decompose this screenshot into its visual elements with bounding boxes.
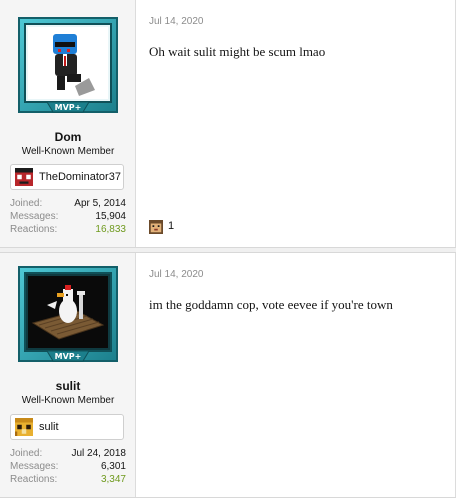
stat-label: Messages: — [10, 461, 59, 472]
post: MVP+ sulit Well-Known Member sulit Joine… — [0, 252, 456, 498]
user-sidebar: MVP+ Dom Well-Known Member TheDominator3… — [0, 0, 136, 247]
stat-value: 6,301 — [100, 461, 126, 472]
stat-value: 15,904 — [95, 211, 126, 222]
minecraft-name: TheDominator37 — [39, 171, 121, 183]
avatar[interactable]: MVP+ — [17, 16, 119, 114]
stat-label: Joined: — [10, 448, 43, 459]
user-sidebar: MVP+ sulit Well-Known Member sulit Joine… — [0, 253, 136, 497]
reaction-count: 1 — [168, 220, 175, 232]
rank-badge: MVP+ — [55, 352, 82, 361]
stat-joined: Joined: Jul 24, 2018 — [10, 448, 126, 461]
post-message: im the goddamn cop, vote eevee if you're… — [149, 297, 393, 312]
stat-value: Jul 24, 2018 — [71, 448, 127, 459]
username[interactable]: sulit — [0, 379, 136, 393]
stat-label: Reactions: — [10, 224, 58, 235]
stat-joined: Joined: Apr 5, 2014 — [10, 198, 126, 211]
minecraft-name: sulit — [39, 421, 59, 433]
stat-label: Reactions: — [10, 474, 58, 485]
user-title: Well-Known Member — [21, 146, 115, 157]
user-stats: Joined: Jul 24, 2018 Messages: 6,301 Rea… — [10, 448, 126, 487]
avatar[interactable]: MVP+ — [17, 265, 119, 363]
stat-value: Apr 5, 2014 — [74, 198, 126, 209]
stat-label: Messages: — [10, 211, 59, 222]
stat-messages: Messages: 6,301 — [10, 461, 126, 474]
minecraft-name-box[interactable]: TheDominator37 — [10, 164, 124, 190]
username[interactable]: Dom — [0, 130, 136, 144]
stat-value: 16,833 — [95, 224, 126, 235]
minecraft-head-icon — [15, 168, 33, 186]
post: MVP+ Dom Well-Known Member TheDominator3… — [0, 0, 456, 248]
stat-reactions: Reactions: 16,833 — [10, 224, 126, 237]
stat-label: Joined: — [10, 198, 43, 209]
minecraft-head-icon — [15, 418, 33, 436]
user-title: Well-Known Member — [21, 395, 115, 406]
stat-messages: Messages: 15,904 — [10, 211, 126, 224]
post-date[interactable]: Jul 14, 2020 — [149, 16, 204, 27]
post-content: Jul 14, 2020 Oh wait sulit might be scum… — [136, 0, 456, 247]
reaction-face-icon — [149, 220, 163, 234]
minecraft-name-box[interactable]: sulit — [10, 414, 124, 440]
post-content: Jul 14, 2020 im the goddamn cop, vote ee… — [136, 253, 456, 497]
post-message: Oh wait sulit might be scum lmao — [149, 44, 326, 59]
user-stats: Joined: Apr 5, 2014 Messages: 15,904 Rea… — [10, 198, 126, 237]
rank-badge: MVP+ — [55, 103, 82, 112]
post-date[interactable]: Jul 14, 2020 — [149, 269, 204, 280]
stat-value: 3,347 — [100, 474, 126, 485]
thread: MVP+ Dom Well-Known Member TheDominator3… — [0, 0, 456, 500]
stat-reactions: Reactions: 3,347 — [10, 474, 126, 487]
